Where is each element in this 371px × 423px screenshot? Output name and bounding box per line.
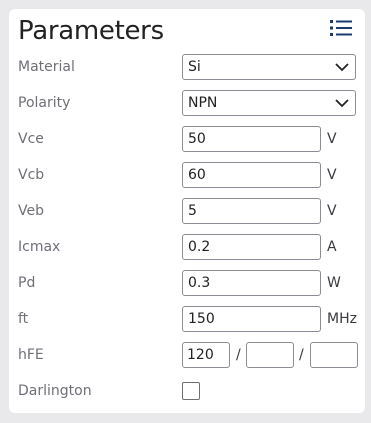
- material-select[interactable]: Si: [182, 54, 356, 80]
- chevron-down-icon: [335, 63, 349, 72]
- row-vce: Vce V: [9, 121, 365, 157]
- ft-label: ft: [18, 311, 29, 327]
- darlington-label: Darlington: [18, 383, 92, 399]
- icmax-input[interactable]: [182, 234, 321, 260]
- ft-unit: MHz: [327, 311, 357, 327]
- row-material: Material Si: [9, 49, 365, 85]
- hfe-separator: /: [299, 347, 304, 363]
- row-icmax: Icmax A: [9, 229, 365, 265]
- hfe-label: hFE: [18, 347, 44, 363]
- vcb-input[interactable]: [182, 162, 321, 188]
- vcb-label: Vcb: [18, 167, 45, 183]
- row-ft: ft MHz: [9, 301, 365, 337]
- pd-input[interactable]: [182, 270, 321, 296]
- icmax-label: Icmax: [18, 239, 61, 255]
- pd-label: Pd: [18, 275, 36, 291]
- list-icon[interactable]: [330, 19, 352, 37]
- veb-label: Veb: [18, 203, 44, 219]
- row-veb: Veb V: [9, 193, 365, 229]
- row-polarity: Polarity NPN: [9, 85, 365, 121]
- vce-unit: V: [327, 131, 337, 147]
- ft-input[interactable]: [182, 306, 321, 332]
- vce-label: Vce: [18, 131, 44, 147]
- veb-unit: V: [327, 203, 337, 219]
- chevron-down-icon: [335, 99, 349, 108]
- parameters-panel: Parameters Material Si Polarity NPN Vce: [9, 9, 365, 413]
- material-label: Material: [18, 59, 75, 75]
- row-vcb: Vcb V: [9, 157, 365, 193]
- row-hfe: hFE / /: [9, 337, 365, 373]
- polarity-value: NPN: [188, 95, 218, 111]
- row-pd: Pd W: [9, 265, 365, 301]
- row-darlington: Darlington: [9, 373, 365, 409]
- hfe-min-input[interactable]: [182, 342, 230, 368]
- hfe-typ-input[interactable]: [246, 342, 294, 368]
- icmax-unit: A: [327, 239, 337, 255]
- pd-unit: W: [327, 275, 341, 291]
- vce-input[interactable]: [182, 126, 321, 152]
- darlington-checkbox[interactable]: [182, 382, 200, 400]
- panel-title: Parameters: [18, 16, 164, 46]
- hfe-max-input[interactable]: [310, 342, 358, 368]
- hfe-separator: /: [236, 347, 241, 363]
- veb-input[interactable]: [182, 198, 321, 224]
- material-value: Si: [188, 59, 201, 75]
- vcb-unit: V: [327, 167, 337, 183]
- polarity-label: Polarity: [18, 95, 71, 111]
- polarity-select[interactable]: NPN: [182, 90, 356, 116]
